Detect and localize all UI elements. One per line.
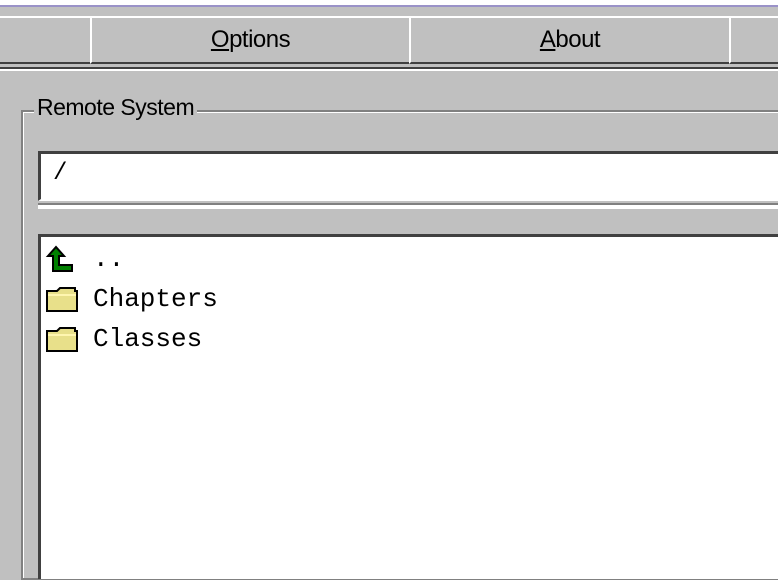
remote-path-input[interactable]: / [38, 151, 778, 201]
remote-path-value: / [53, 160, 68, 187]
list-item-parent-directory[interactable]: .. [45, 241, 124, 277]
about-button-label: About [539, 26, 601, 53]
folder-icon [45, 281, 93, 317]
list-item-label: Classes [93, 324, 203, 354]
list-item-label: .. [93, 244, 125, 274]
remote-file-list[interactable]: .. Chapters Classes [38, 234, 778, 579]
list-item-classes[interactable]: Classes [45, 321, 202, 357]
options-button[interactable]: Options [90, 16, 411, 64]
remote-system-title: Remote System [34, 94, 198, 121]
up-arrow-icon [45, 241, 93, 277]
options-button-label: Options [210, 26, 291, 53]
toolbar-button-left-partial[interactable] [0, 16, 92, 64]
toolbar-button-right-partial[interactable] [729, 16, 778, 64]
about-button[interactable]: About [409, 16, 731, 64]
path-input-divider [38, 203, 778, 209]
list-item-label: Chapters [93, 284, 218, 314]
toolbar: Options About [0, 7, 778, 69]
window-top-edge [0, 0, 778, 7]
folder-icon [45, 321, 93, 357]
toolbar-bottom-highlight [0, 69, 778, 71]
list-item-chapters[interactable]: Chapters [45, 281, 218, 317]
